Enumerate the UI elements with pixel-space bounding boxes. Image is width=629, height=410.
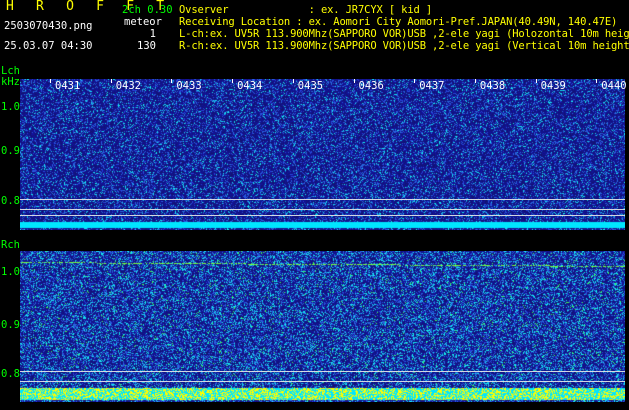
lch-spectrogram (20, 79, 625, 230)
lch-ytick-label: 0.9 (1, 145, 20, 157)
rch-spectrogram-canvas (20, 251, 625, 402)
rch-gridline (20, 371, 625, 372)
time-tick-mark (50, 79, 51, 83)
time-tick-mark (596, 79, 598, 83)
rch-ytick-label: 0.8 (1, 368, 20, 380)
time-tick-mark (474, 79, 476, 83)
location-line: Receiving Location : ex. Aomori City Aom… (179, 16, 618, 28)
time-tick-label: 0432 (115, 80, 141, 92)
lch-gridline (20, 215, 625, 216)
time-tick-mark (232, 79, 234, 83)
time-tick-mark (535, 79, 537, 83)
time-tick-label: 0437 (419, 80, 445, 92)
time-tick-label: 0439 (540, 80, 566, 92)
datetime-label: 25.03.07 04:30 (4, 40, 93, 52)
rch-count: 130 (137, 40, 156, 52)
lch-config-line: L-ch:ex. UV5R 113.900Mhz(SAPPORO VOR)USB… (179, 28, 629, 40)
header-bar: H R O F F T 2503070430.png 25.03.07 04:3… (0, 0, 629, 76)
time-tick-mark (414, 79, 416, 83)
time-tick-label: 0438 (479, 80, 506, 92)
time-tick-mark (353, 79, 355, 83)
time-tick-label: 0436 (358, 80, 384, 92)
time-tick-label: 0440 (601, 80, 627, 92)
counter-label: meteor (124, 16, 162, 28)
lch-gridline (20, 209, 625, 210)
time-tick-mark (110, 79, 112, 83)
lch-unit-label: kHz (1, 76, 20, 88)
lch-ytick-label: 0.8 (1, 195, 20, 207)
lch-ytick-label: 1.0 (1, 101, 20, 113)
time-tick-mark (171, 79, 173, 83)
rch-config-line: R-ch:ex. UV5R 113.900Mhz(SAPPORO VOR)USB… (179, 40, 629, 52)
observer-line: Ovserver : ex. JR7CYX [ kid ] (179, 4, 433, 16)
rch-gridline (20, 381, 625, 382)
time-tick-label: 0433 (176, 80, 202, 92)
filename-label: 2503070430.png (4, 20, 93, 32)
rch-spectrogram (20, 251, 625, 402)
rch-label: Rch (1, 239, 20, 251)
time-tick-label: 0435 (297, 80, 324, 92)
lch-gridline (20, 199, 625, 200)
rch-ytick-label: 0.9 (1, 319, 20, 331)
time-tick-label: 0434 (237, 80, 263, 92)
lch-spectrogram-canvas (20, 79, 625, 230)
time-tick-mark (292, 79, 294, 83)
mode-label: 2ch 0.30 (122, 4, 173, 16)
time-tick-label: 0431 (55, 80, 81, 92)
rch-ytick-label: 1.0 (1, 266, 20, 278)
lch-count: 1 (149, 28, 156, 40)
